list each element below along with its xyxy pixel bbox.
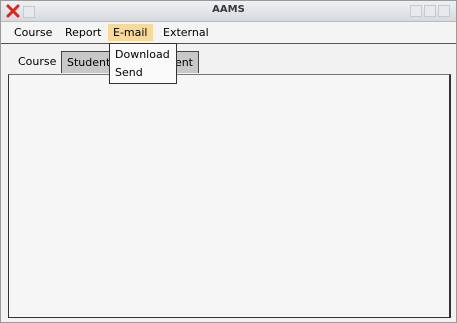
window-title: AAMS xyxy=(212,4,245,15)
menu-external[interactable]: External xyxy=(158,24,214,41)
minimize-button[interactable] xyxy=(410,5,422,17)
title-bar[interactable]: AAMS xyxy=(1,1,456,22)
tab-course[interactable]: Course xyxy=(13,51,61,75)
app-window: AAMS Course Report E-mail External Cours… xyxy=(0,0,457,323)
menu-bar: Course Report E-mail External xyxy=(1,22,456,44)
menu-item-send[interactable]: Send xyxy=(115,65,143,80)
maximize-button[interactable] xyxy=(424,5,436,17)
menu-course[interactable]: Course xyxy=(9,24,57,41)
menu-item-download[interactable]: Download xyxy=(115,47,170,62)
close-button[interactable] xyxy=(438,5,450,17)
menu-report[interactable]: Report xyxy=(60,24,106,41)
email-dropdown-menu: Download Send xyxy=(109,43,177,84)
menu-email[interactable]: E-mail xyxy=(108,24,153,41)
tab-content-panel xyxy=(8,74,451,318)
